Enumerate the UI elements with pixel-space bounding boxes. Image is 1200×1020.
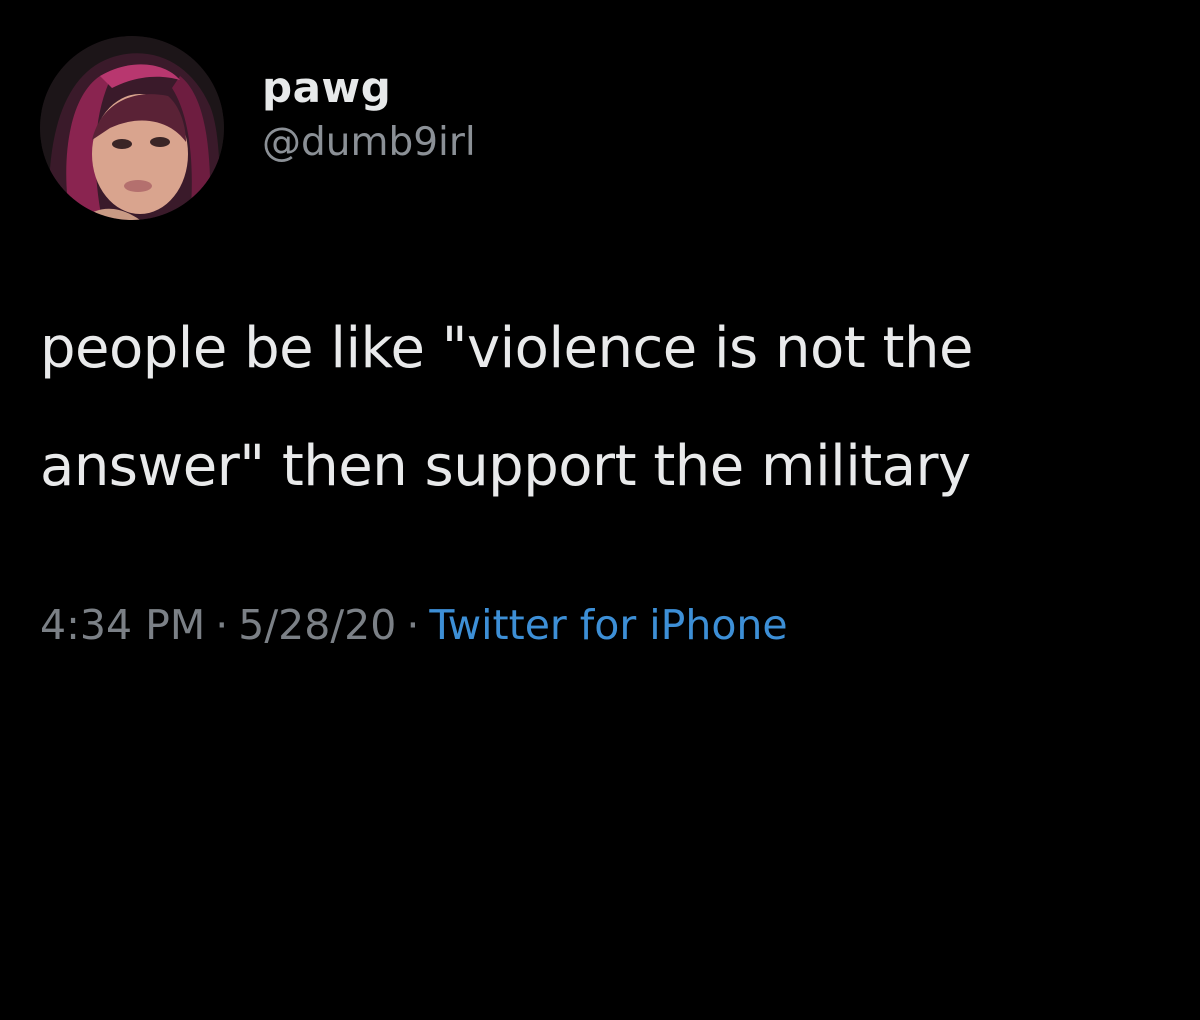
display-name[interactable]: pawg	[262, 62, 476, 114]
tweet-date[interactable]: 5/28/20	[238, 601, 396, 649]
avatar[interactable]	[40, 36, 224, 220]
tweet-time[interactable]: 4:34 PM	[40, 601, 205, 649]
tweet-text-line-1: people be like "violence is not the	[40, 316, 973, 381]
tweet-text: people be like "violence is not the answ…	[40, 290, 1200, 526]
user-handle[interactable]: @dumb9irl	[262, 118, 476, 168]
tweet-text-line-2: answer" then support the military	[40, 434, 971, 499]
avatar-image	[40, 36, 224, 220]
tweet-meta: 4:34 PM · 5/28/20 · Twitter for iPhone	[40, 590, 788, 660]
separator-dot: ·	[406, 601, 420, 649]
separator-dot: ·	[215, 601, 229, 649]
tweet-source-link[interactable]: Twitter for iPhone	[429, 601, 787, 649]
tweet-card: pawg @dumb9irl people be like "violence …	[0, 0, 1200, 1020]
user-info: pawg @dumb9irl	[262, 62, 476, 168]
